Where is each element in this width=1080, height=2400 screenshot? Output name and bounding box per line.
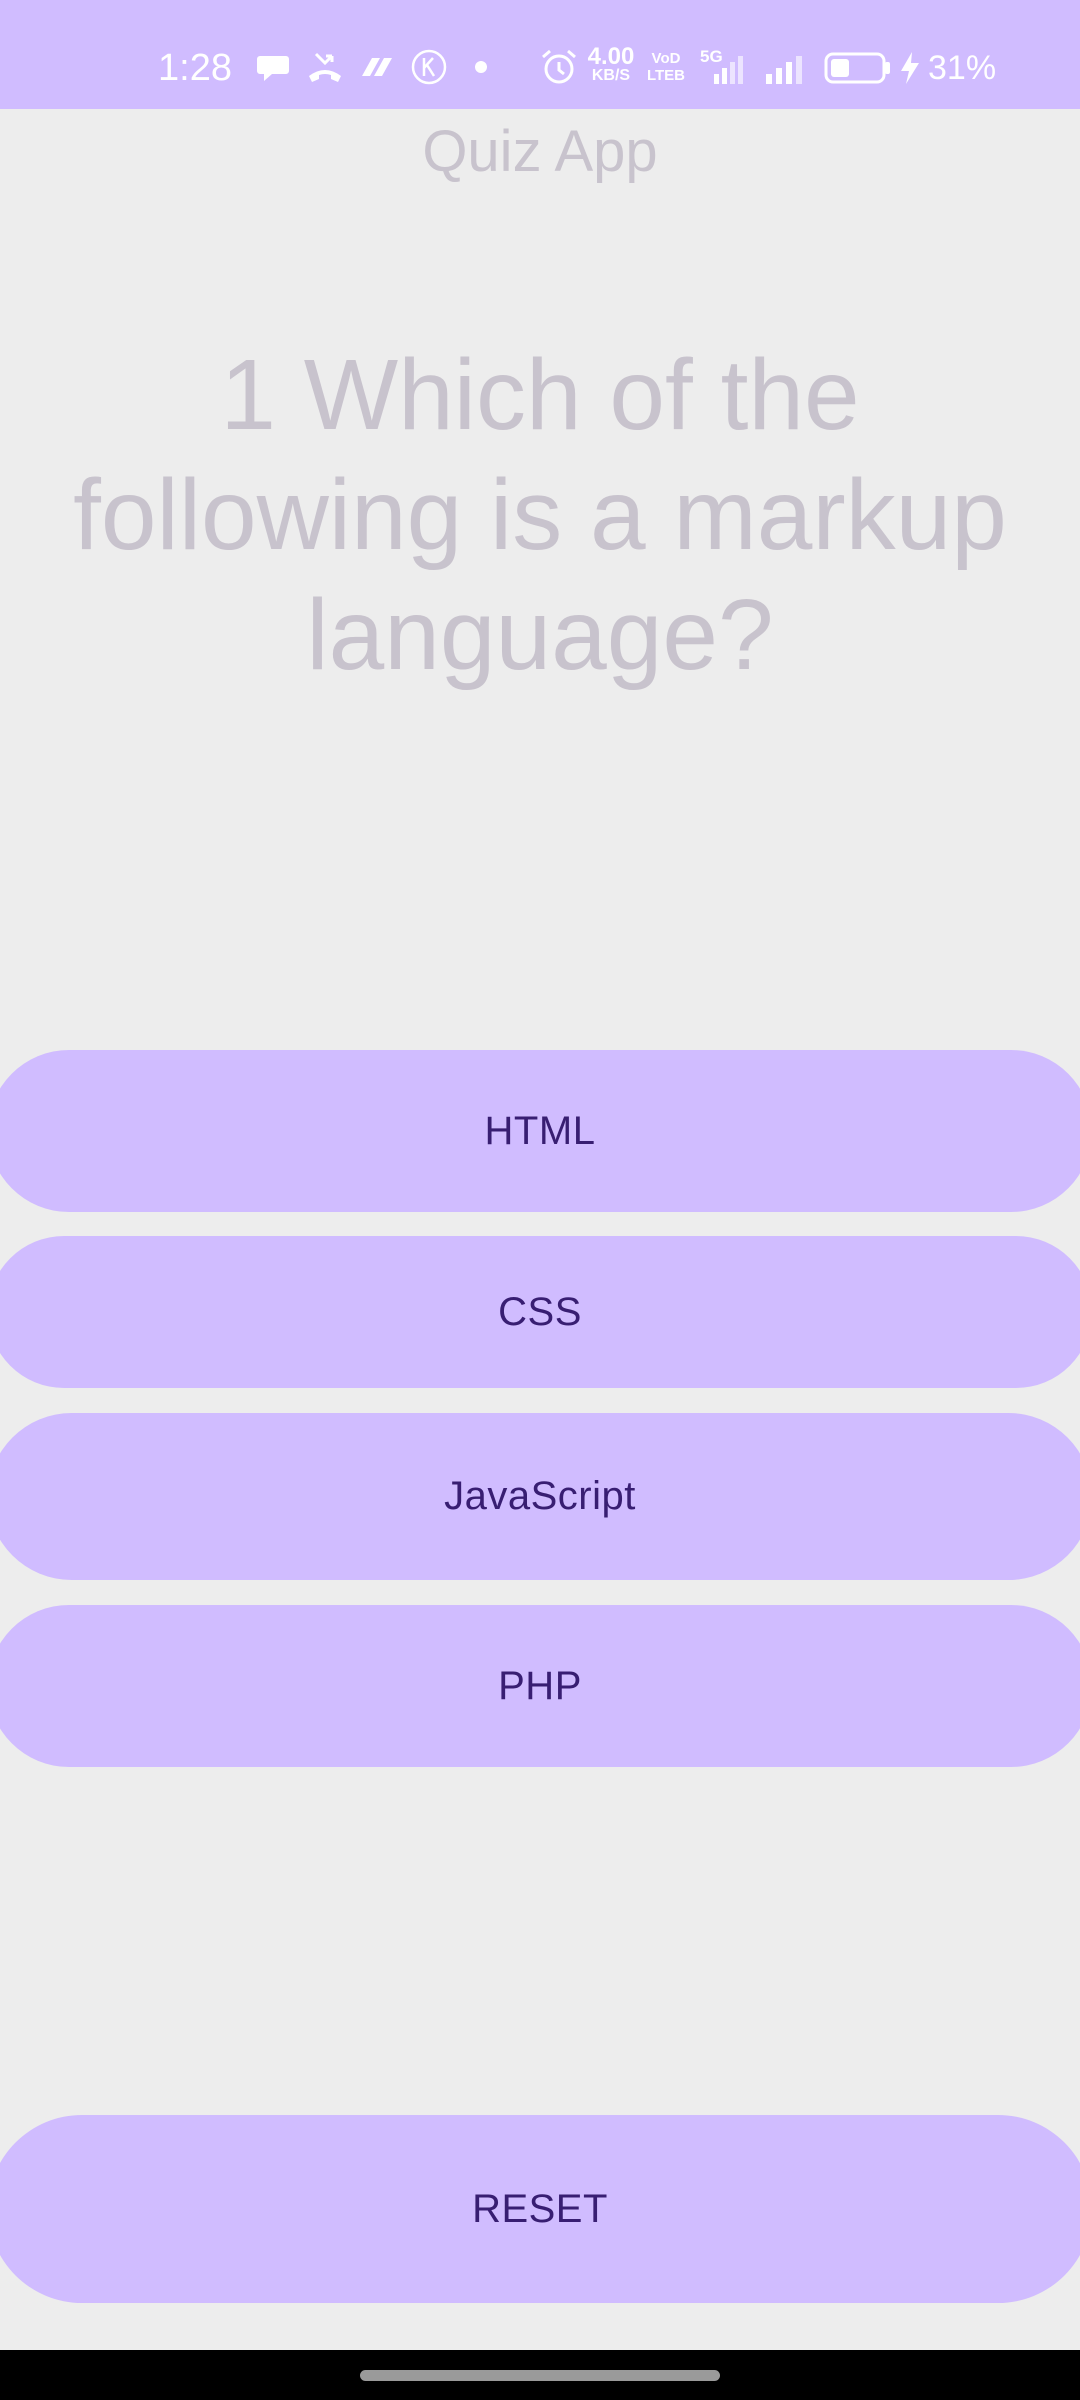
answer-label: PHP	[498, 1663, 582, 1708]
dot-icon	[475, 61, 487, 73]
signal-icon	[714, 56, 743, 84]
answer-button-html[interactable]: HTML	[0, 1050, 1080, 1212]
battery-percent: 31%	[928, 49, 997, 87]
chat-bubble-icon	[257, 56, 289, 81]
answer-button-css[interactable]: CSS	[0, 1236, 1080, 1388]
net-speed-value: 4.00	[587, 43, 635, 70]
app-title: Quiz App	[422, 119, 658, 184]
signal-icon	[766, 56, 802, 84]
status-bar: 1:28 4.00 KB/S VoD LTEB 5G 31%	[0, 0, 1080, 109]
volte-top: VoD	[651, 50, 681, 67]
answer-label: CSS	[498, 1289, 582, 1334]
reset-button[interactable]: RESET	[0, 2115, 1080, 2303]
home-gesture-handle[interactable]	[360, 2370, 720, 2381]
answer-label: HTML	[484, 1108, 596, 1153]
k-app-icon	[411, 49, 447, 85]
missed-call-icon	[309, 52, 341, 82]
navigation-bar	[0, 2350, 1080, 2400]
net-speed-unit: KB/S	[591, 67, 631, 84]
status-time: 1:28	[158, 47, 232, 89]
volte-indicator: VoD LTEB	[646, 50, 686, 84]
answer-button-php[interactable]: PHP	[0, 1605, 1080, 1767]
charging-icon	[901, 52, 919, 84]
answer-button-javascript[interactable]: JavaScript	[0, 1413, 1080, 1580]
reset-label: RESET	[472, 2186, 608, 2231]
volte-bottom: LTEB	[646, 67, 686, 84]
battery-icon	[824, 52, 890, 84]
alarm-icon	[542, 49, 576, 84]
answer-label: JavaScript	[444, 1474, 636, 1518]
payment-app-icon	[362, 58, 392, 76]
question-text: 1 Which of the following is a markup lan…	[73, 339, 1007, 691]
net-speed: 4.00 KB/S	[582, 43, 640, 84]
